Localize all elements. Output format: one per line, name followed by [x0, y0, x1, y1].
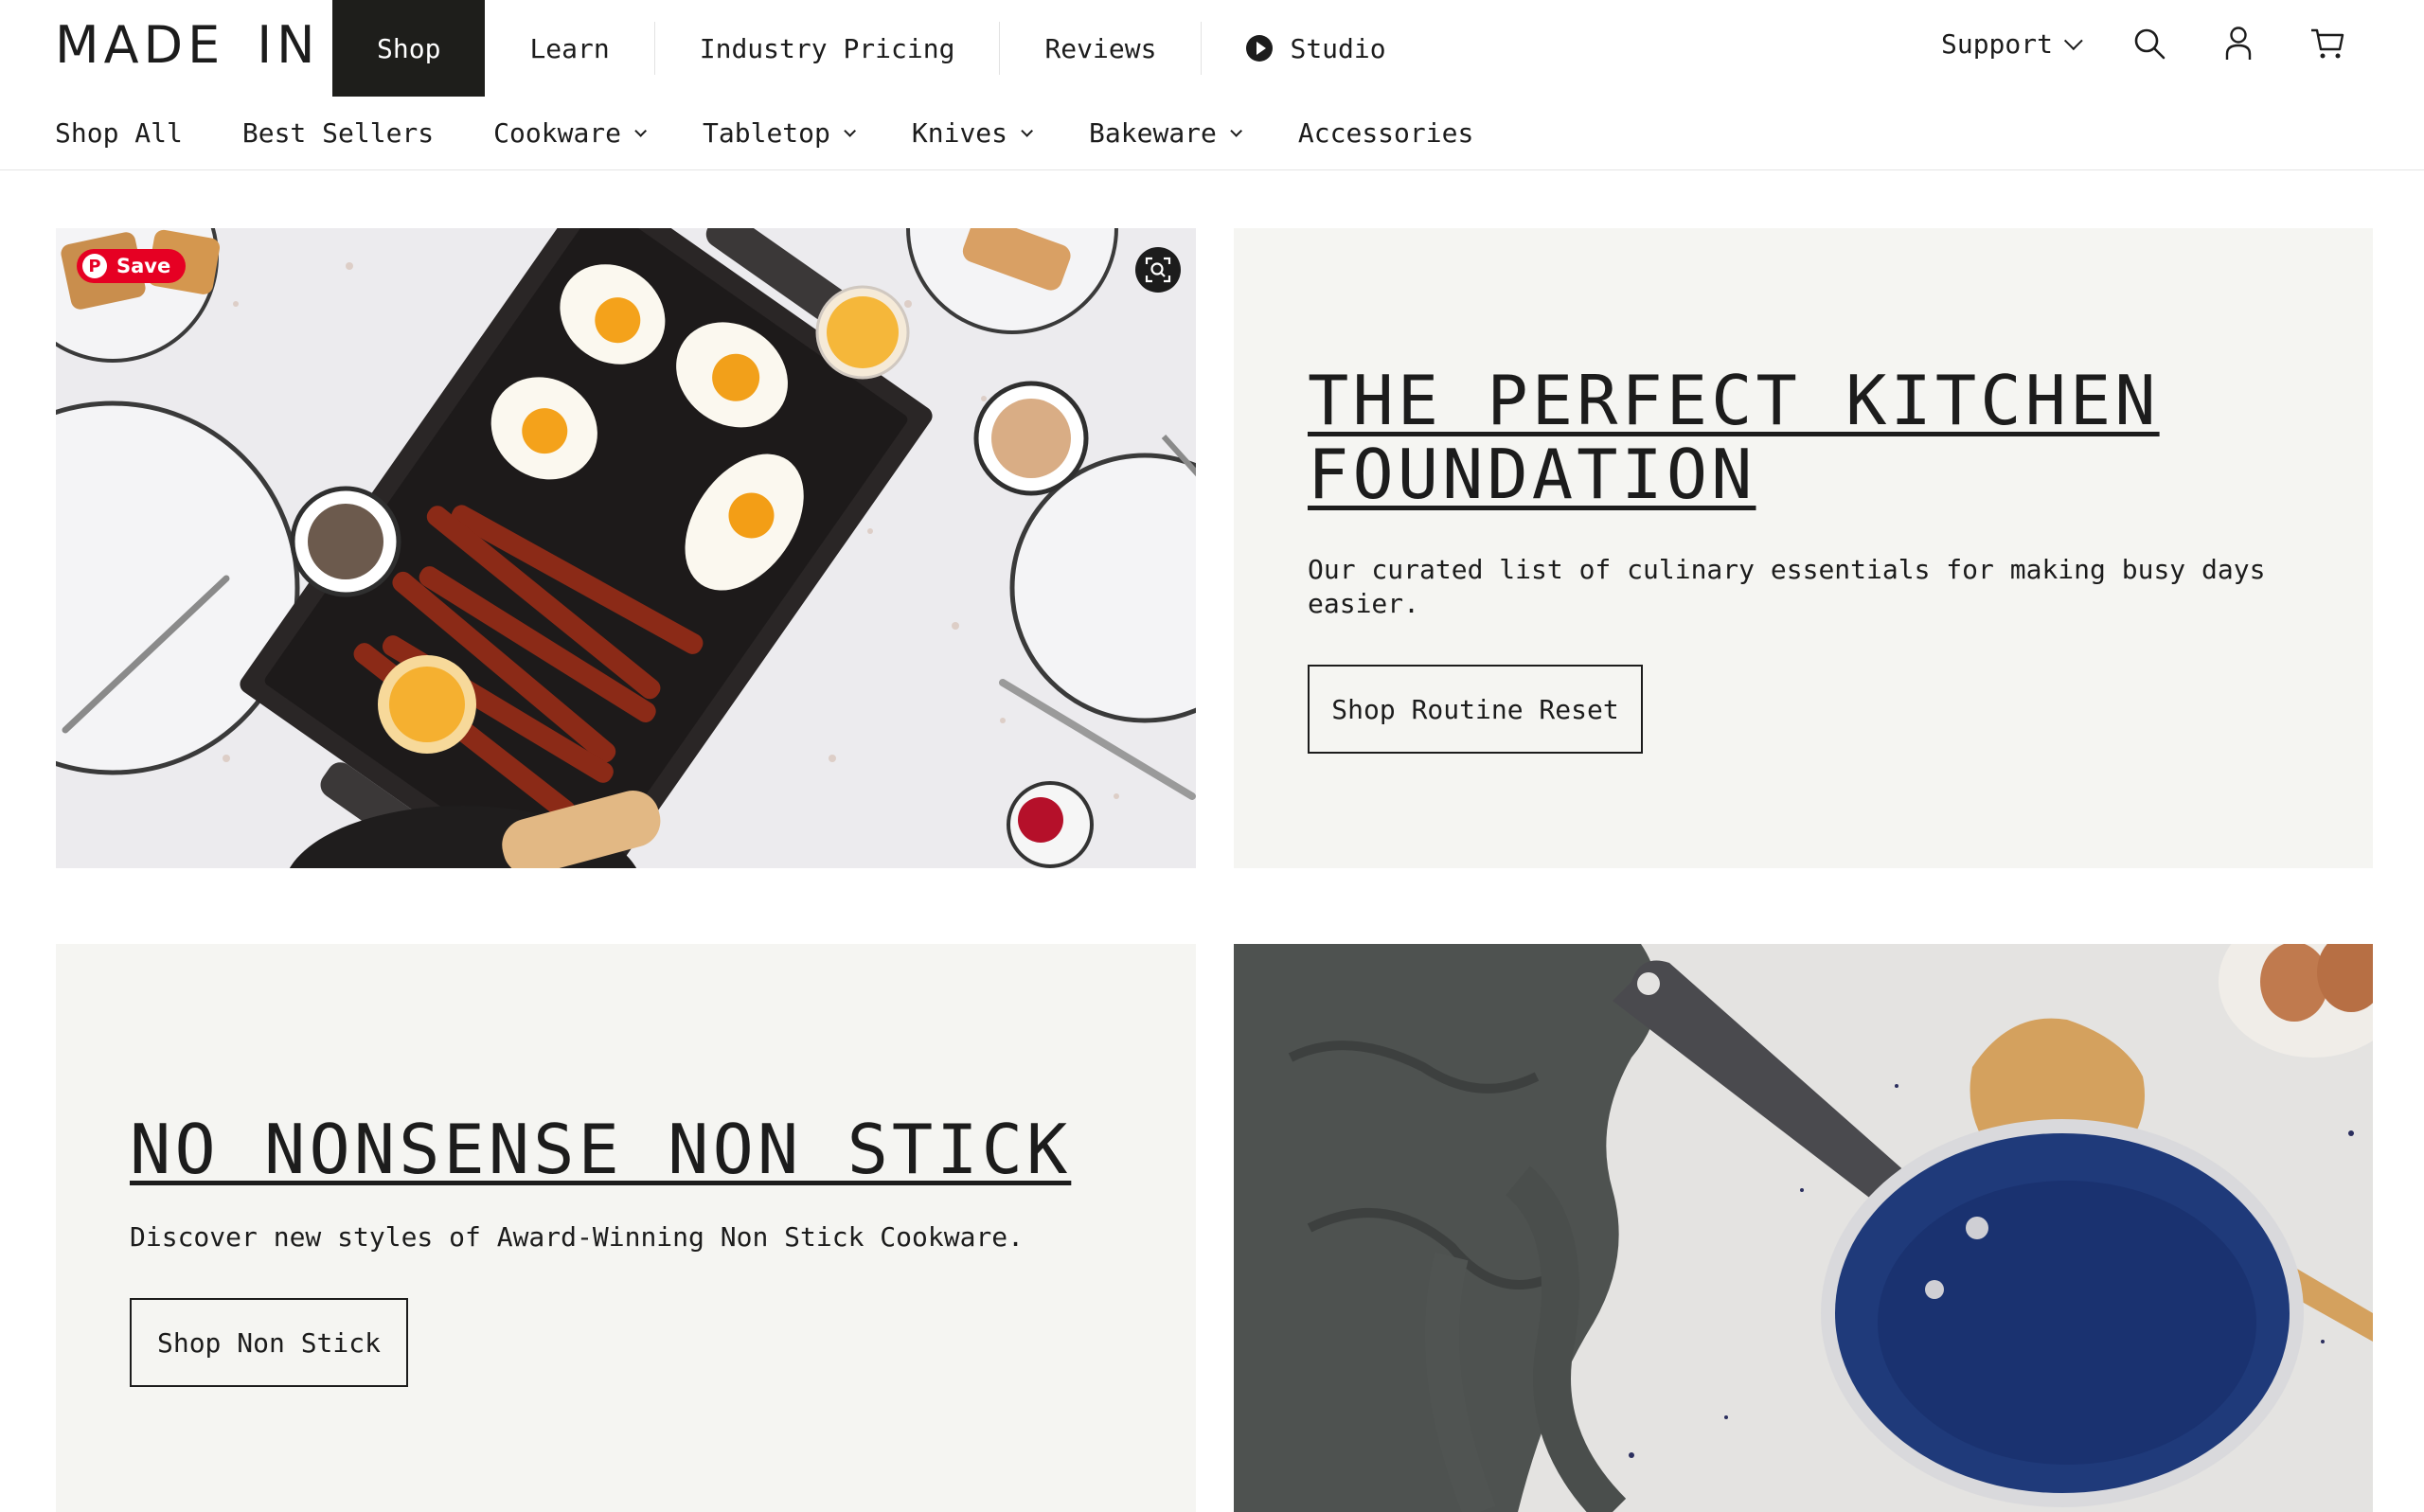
visual-search-icon[interactable] [1135, 247, 1181, 293]
subnav-tabletop-label: Tabletop [703, 117, 830, 149]
griddle-breakfast-illustration [56, 228, 1196, 868]
subnav-knives[interactable]: Knives [911, 117, 1034, 149]
pinterest-save-label: Save [116, 255, 171, 277]
subnav-tabletop[interactable]: Tabletop [703, 117, 856, 149]
chevron-down-icon [634, 125, 648, 137]
chevron-down-icon [844, 125, 856, 137]
subnav-bakeware[interactable]: Bakeware [1089, 117, 1242, 149]
top-navigation: MADE IN Shop Learn Industry Pricing Revie… [0, 0, 2424, 97]
non-stick-description: Discover new styles of Award-Winning Non… [130, 1221, 1025, 1253]
nav-shop[interactable]: Shop [332, 0, 486, 97]
subnav-best-sellers[interactable]: Best Sellers [242, 117, 434, 149]
subnav-shop-all[interactable]: Shop All [55, 117, 183, 149]
pinterest-save-button[interactable]: P Save [77, 249, 187, 283]
nav-industry-pricing[interactable]: Industry Pricing [655, 0, 1000, 97]
logo-text-in: IN [257, 15, 320, 75]
kitchen-foundation-card: THE PERFECT KITCHEN FOUNDATION Our curat… [1234, 228, 2373, 868]
subnav-cookware-label: Cookware [493, 117, 622, 149]
non-stick-pan-illustration [1234, 944, 2373, 1512]
subnav-bakeware-label: Bakeware [1089, 117, 1217, 149]
utility-nav: Support [1941, 0, 2424, 87]
cart-icon[interactable] [2308, 25, 2346, 62]
nav-reviews[interactable]: Reviews [1000, 0, 1201, 97]
chevron-down-icon [1021, 125, 1034, 137]
support-dropdown[interactable]: Support [1940, 27, 2083, 60]
search-icon[interactable] [2130, 25, 2168, 62]
kitchen-foundation-title[interactable]: THE PERFECT KITCHEN FOUNDATION [1308, 364, 2302, 511]
non-stick-pan-image[interactable] [1234, 944, 2373, 1512]
shop-routine-reset-button[interactable]: Shop Routine Reset [1308, 665, 1643, 754]
subnav-accessories[interactable]: Accessories [1298, 117, 1473, 149]
support-label: Support [1940, 27, 2053, 60]
logo-text-made: MADE [55, 15, 225, 75]
nav-studio-label: Studio [1290, 32, 1386, 64]
brand-logo[interactable]: MADE IN [55, 17, 320, 74]
nav-studio[interactable]: Studio [1202, 0, 1430, 97]
main-nav: Shop Learn Industry Pricing Reviews Stud… [332, 0, 1431, 97]
kitchen-foundation-description: Our curated list of culinary essentials … [1308, 554, 2266, 619]
category-nav: Shop All Best Sellers Cookware Tabletop … [0, 97, 2424, 170]
nav-learn[interactable]: Learn [485, 0, 653, 97]
shop-non-stick-button[interactable]: Shop Non Stick [130, 1298, 408, 1387]
account-icon[interactable] [2219, 25, 2257, 62]
griddle-breakfast-image[interactable]: P Save [56, 228, 1196, 868]
subnav-knives-label: Knives [911, 117, 1008, 149]
non-stick-card: NO NONSENSE NON STICK Discover new style… [56, 944, 1196, 1512]
subnav-cookware[interactable]: Cookware [493, 117, 648, 149]
chevron-down-icon [2063, 31, 2083, 51]
non-stick-title[interactable]: NO NONSENSE NON STICK [130, 1112, 1152, 1186]
pinterest-icon: P [82, 254, 107, 278]
play-icon [1246, 35, 1274, 62]
chevron-down-icon [1230, 125, 1242, 137]
